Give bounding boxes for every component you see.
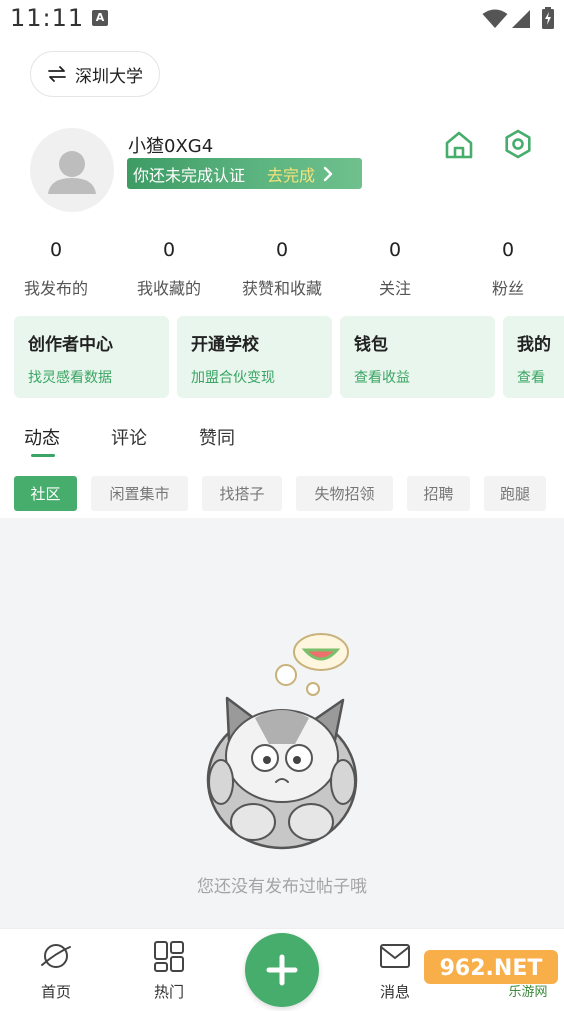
plus-icon [266,954,298,986]
stat-favorites[interactable]: 0 我收藏的 [113,238,225,299]
card-subtitle: 查看 [517,370,545,386]
publish-button[interactable] [245,933,319,1007]
card-title: 钱包 [354,335,388,355]
tab-approvals[interactable]: 赞同 [199,424,235,450]
stat-label: 关注 [378,279,411,298]
svg-text:962.NET: 962.NET [440,956,543,981]
chip-jobs[interactable]: 招聘 [407,476,470,511]
stat-followers[interactable]: 0 粉丝 [452,238,564,299]
verify-action-link[interactable]: 去完成 [267,162,315,186]
stat-posts[interactable]: 0 我发布的 [0,238,112,299]
stat-label: 获赞和收藏 [241,279,322,298]
watermark-logo: 962.NET 乐游网 [424,950,558,1000]
card-subtitle: 找灵感看数据 [28,370,112,386]
nav-label: 首页 [40,983,71,1001]
nav-messages[interactable]: 消息 [360,939,430,1002]
status-time: 11:11 [10,4,85,32]
chip-community[interactable]: 社区 [14,476,77,511]
notification-icon: A [92,10,108,26]
verify-prompt: 你还未完成认证 [133,165,246,185]
card-creator-center[interactable]: 创作者中心 找灵感看数据 [14,316,169,398]
wifi-icon [482,9,508,28]
stat-label: 我收藏的 [136,279,201,298]
chip-lost-found[interactable]: 失物招领 [296,476,393,511]
stat-label: 粉丝 [491,279,524,298]
signal-icon [512,10,530,28]
username: 小猹0XG4 [128,136,214,157]
stat-value: 0 [275,239,289,261]
mail-icon [380,944,410,968]
empty-cat-illustration [206,633,358,850]
tab-active-indicator [31,454,55,457]
card-title: 开通学校 [191,335,259,355]
chip-errands[interactable]: 跑腿 [484,476,546,511]
svg-text:乐游网: 乐游网 [508,985,547,1000]
stat-label: 我发布的 [23,279,88,298]
stat-value: 0 [501,239,515,261]
stat-following[interactable]: 0 关注 [339,238,451,299]
settings-icon[interactable] [503,129,533,159]
chip-secondhand[interactable]: 闲置集市 [91,476,188,511]
verify-banner[interactable]: 你还未完成认证 去完成 [127,158,362,189]
campus-switch-button[interactable]: 深圳大学 [30,51,160,97]
stat-value: 0 [49,239,63,261]
nav-home[interactable]: 首页 [21,939,91,1002]
card-subtitle: 加盟合伙变现 [191,370,275,386]
watermark: 962.NET 乐游网 [424,944,558,1000]
planet-icon [41,944,71,968]
stat-value: 0 [388,239,402,261]
stat-value: 0 [162,239,176,261]
card-subtitle: 查看收益 [354,370,410,386]
nav-label: 消息 [379,983,410,1001]
nav-hot[interactable]: 热门 [134,939,204,1002]
feature-cards: 创作者中心 找灵感看数据 开通学校 加盟合伙变现 钱包 查看收益 我的 查看 [14,316,564,398]
default-avatar-icon [48,151,96,194]
stat-likes[interactable]: 0 获赞和收藏 [226,238,338,299]
chip-find-partner[interactable]: 找搭子 [202,476,282,511]
card-open-school[interactable]: 开通学校 加盟合伙变现 [177,316,332,398]
battery-icon [542,7,554,29]
campus-name: 深圳大学 [75,66,143,87]
nav-label: 热门 [153,983,184,1001]
card-title: 我的 [517,335,551,355]
tab-dynamics[interactable]: 动态 [24,424,60,450]
home-icon[interactable] [444,130,474,160]
avatar[interactable] [30,128,114,212]
tab-comments[interactable]: 评论 [111,424,147,450]
card-title: 创作者中心 [28,335,113,355]
chevron-right-icon [323,166,333,181]
grid-icon [154,941,184,972]
card-mine[interactable]: 我的 查看 [503,316,564,398]
empty-state-text: 您还没有发布过帖子哦 [197,877,367,897]
card-wallet[interactable]: 钱包 查看收益 [340,316,495,398]
status-bar: 11:11 A [0,0,564,40]
swap-icon [48,66,66,82]
